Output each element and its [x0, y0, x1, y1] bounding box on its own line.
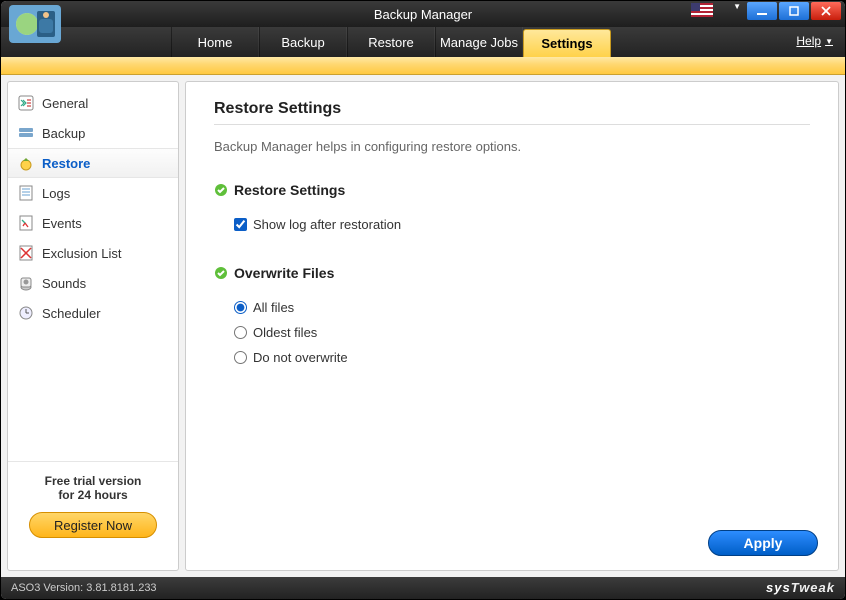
- section-title: Restore Settings: [234, 182, 345, 198]
- sidebar-item-label: Logs: [42, 186, 70, 201]
- sidebar-item-label: Backup: [42, 126, 85, 141]
- gold-accent-strip: [1, 57, 845, 75]
- title-divider: [214, 124, 810, 125]
- overwrite-all-radio[interactable]: [234, 301, 247, 314]
- show-log-checkbox-row[interactable]: Show log after restoration: [214, 212, 810, 237]
- show-log-checkbox[interactable]: [234, 218, 247, 231]
- sidebar-item-exclusion[interactable]: Exclusion List: [8, 238, 178, 268]
- radio-label: Do not overwrite: [253, 350, 348, 365]
- sidebar-item-scheduler[interactable]: Scheduler: [8, 298, 178, 328]
- tab-restore[interactable]: Restore: [347, 27, 435, 57]
- tab-manage-jobs[interactable]: Manage Jobs: [435, 27, 523, 57]
- restore-icon: [18, 155, 34, 171]
- section-overwrite-files: Overwrite Files All files Oldest files D…: [214, 265, 810, 370]
- help-label: Help: [796, 34, 821, 48]
- radio-label: Oldest files: [253, 325, 317, 340]
- overwrite-oldest-radio[interactable]: [234, 326, 247, 339]
- sidebar-item-label: Events: [42, 216, 82, 231]
- events-icon: [18, 215, 34, 231]
- chevron-down-icon: ▼: [825, 37, 833, 46]
- overwrite-all-radio-row[interactable]: All files: [214, 295, 810, 320]
- overwrite-none-radio[interactable]: [234, 351, 247, 364]
- checkmark-icon: [214, 183, 228, 197]
- brand-logo: sysTweak: [766, 580, 835, 596]
- titlebar: Backup Manager ▼: [1, 1, 845, 27]
- main-panel: Restore Settings Backup Manager helps in…: [185, 81, 839, 571]
- app-window: Backup Manager ▼ Home Backup Restore Man…: [0, 0, 846, 600]
- backup-icon: [18, 125, 34, 141]
- section-restore-settings: Restore Settings Show log after restorat…: [214, 182, 810, 237]
- apply-button[interactable]: Apply: [708, 530, 818, 556]
- sidebar-item-restore[interactable]: Restore: [8, 148, 178, 178]
- language-dropdown-icon[interactable]: ▼: [729, 2, 745, 20]
- sounds-icon: [18, 275, 34, 291]
- sidebar-item-sounds[interactable]: Sounds: [8, 268, 178, 298]
- body: General Backup Restore Logs Events Exclu…: [1, 75, 845, 577]
- sidebar-item-label: Restore: [42, 156, 90, 171]
- sidebar-item-label: Exclusion List: [42, 246, 121, 261]
- maximize-button[interactable]: [779, 2, 809, 20]
- scheduler-icon: [18, 305, 34, 321]
- sidebar-item-backup[interactable]: Backup: [8, 118, 178, 148]
- trial-line-2: for 24 hours: [58, 488, 127, 502]
- tab-home[interactable]: Home: [171, 27, 259, 57]
- help-link[interactable]: Help ▼: [796, 34, 833, 48]
- trial-info: Free trial version for 24 hours Register…: [8, 462, 178, 570]
- sidebar-item-label: Scheduler: [42, 306, 101, 321]
- tab-settings[interactable]: Settings: [523, 29, 611, 57]
- version-text: ASO3 Version: 3.81.8181.233: [11, 582, 157, 594]
- logs-icon: [18, 185, 34, 201]
- sidebar-item-events[interactable]: Events: [8, 208, 178, 238]
- close-button[interactable]: [811, 2, 841, 20]
- radio-label: All files: [253, 300, 294, 315]
- trial-line-1: Free trial version: [45, 474, 142, 488]
- status-bar: ASO3 Version: 3.81.8181.233 sysTweak: [1, 577, 845, 599]
- register-button[interactable]: Register Now: [29, 512, 157, 538]
- sidebar-item-logs[interactable]: Logs: [8, 178, 178, 208]
- sidebar: General Backup Restore Logs Events Exclu…: [7, 81, 179, 571]
- tab-backup[interactable]: Backup: [259, 27, 347, 57]
- checkmark-icon: [214, 266, 228, 280]
- show-log-label: Show log after restoration: [253, 217, 401, 232]
- language-flag-icon[interactable]: [689, 2, 715, 18]
- sidebar-item-label: Sounds: [42, 276, 86, 291]
- main-menu: Home Backup Restore Manage Jobs Settings…: [1, 27, 845, 57]
- exclusion-icon: [18, 245, 34, 261]
- sidebar-item-general[interactable]: General: [8, 88, 178, 118]
- minimize-button[interactable]: [747, 2, 777, 20]
- page-description: Backup Manager helps in configuring rest…: [214, 139, 810, 154]
- section-title: Overwrite Files: [234, 265, 334, 281]
- overwrite-none-radio-row[interactable]: Do not overwrite: [214, 345, 810, 370]
- overwrite-oldest-radio-row[interactable]: Oldest files: [214, 320, 810, 345]
- general-icon: [18, 95, 34, 111]
- page-title: Restore Settings: [214, 100, 810, 118]
- app-logo-icon: [7, 3, 63, 45]
- sidebar-item-label: General: [42, 96, 88, 111]
